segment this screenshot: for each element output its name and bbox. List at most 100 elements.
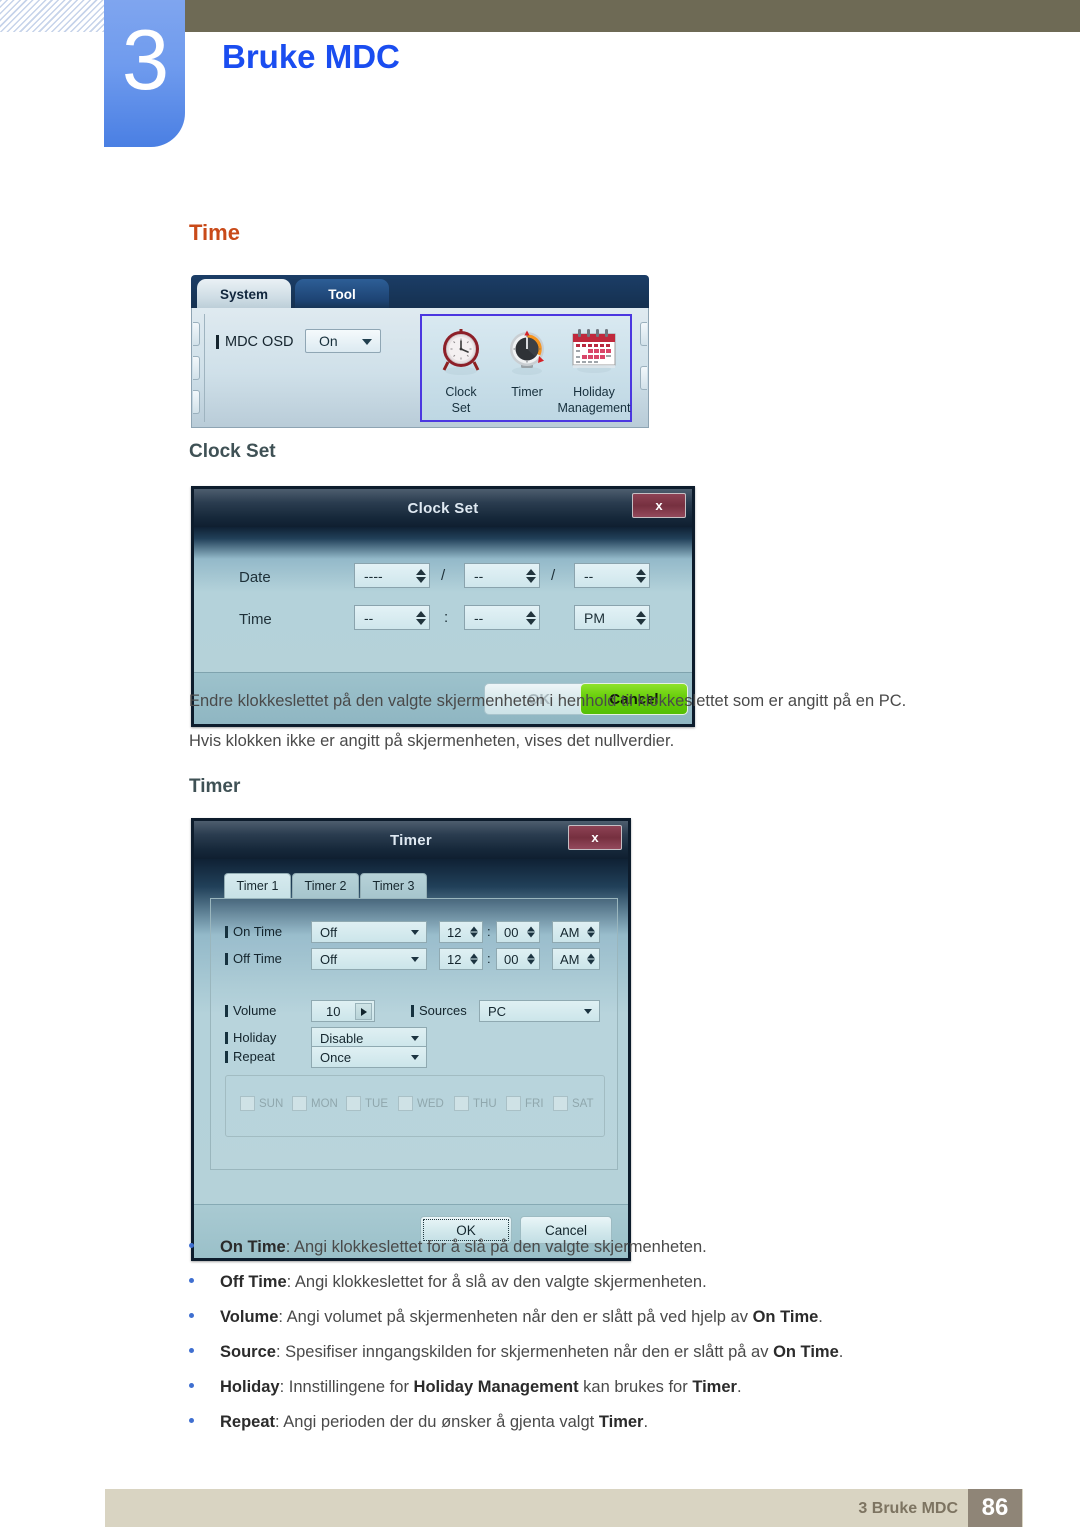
- day-item-tue[interactable]: TUE: [346, 1096, 388, 1111]
- arrow-up-icon[interactable]: [526, 568, 536, 575]
- spinner-arrows[interactable]: [587, 953, 595, 965]
- arrow-down-icon[interactable]: [527, 959, 535, 965]
- on-time-minute-spinner[interactable]: 00: [496, 921, 540, 943]
- clock-set-button[interactable]: Clock Set: [428, 322, 494, 415]
- timer-icon: [510, 330, 544, 375]
- arrow-down-icon[interactable]: [416, 576, 426, 583]
- holiday-label: Holiday: [233, 1030, 277, 1045]
- date-day-spinner[interactable]: --: [574, 563, 650, 588]
- off-time-minute-spinner[interactable]: 00: [496, 948, 540, 970]
- on-time-mode-dropdown[interactable]: Off: [311, 921, 427, 943]
- checkbox-fri[interactable]: [506, 1096, 521, 1111]
- off-time-meridiem-spinner[interactable]: AM: [552, 948, 600, 970]
- spinner-arrows[interactable]: [470, 926, 478, 938]
- spinner-arrows[interactable]: [527, 953, 535, 965]
- arrow-up-icon[interactable]: [527, 953, 535, 959]
- spinner-arrows[interactable]: [526, 568, 536, 583]
- off-time-mode-dropdown[interactable]: Off: [311, 948, 427, 970]
- checkbox-sat[interactable]: [553, 1096, 568, 1111]
- time-panel-tabstrip: System Tool: [191, 275, 649, 310]
- spinner-arrows[interactable]: [526, 610, 536, 625]
- spinner-arrows[interactable]: [636, 568, 646, 583]
- arrow-up-icon[interactable]: [470, 953, 478, 959]
- date-label: Date: [239, 569, 271, 586]
- subheading-clock-set: Clock Set: [189, 441, 276, 462]
- close-icon[interactable]: x: [632, 493, 686, 518]
- checkbox-thu[interactable]: [454, 1096, 469, 1111]
- arrow-down-icon[interactable]: [527, 932, 535, 938]
- day-item-mon[interactable]: MON: [292, 1096, 338, 1111]
- arrow-down-icon[interactable]: [587, 932, 595, 938]
- bullet-term: Source: [220, 1343, 276, 1361]
- spinner-arrows[interactable]: [416, 568, 426, 583]
- day-item-thu[interactable]: THU: [454, 1096, 497, 1111]
- section-heading-time: Time: [189, 220, 240, 245]
- volume-increase-button[interactable]: [355, 1003, 372, 1020]
- on-time-hour-spinner[interactable]: 12: [439, 921, 483, 943]
- tab-timer-3[interactable]: Timer 3: [360, 873, 427, 899]
- spinner-arrows[interactable]: [527, 926, 535, 938]
- volume-stepper[interactable]: 10: [311, 1000, 375, 1022]
- bullet-term: On Time: [220, 1238, 286, 1256]
- spinner-arrows[interactable]: [416, 610, 426, 625]
- arrow-down-icon[interactable]: [470, 932, 478, 938]
- page-title: Bruke MDC: [222, 38, 400, 75]
- time-hour-spinner[interactable]: --: [354, 605, 430, 630]
- on-time-hour-value: 12: [447, 924, 462, 940]
- arrow-up-icon[interactable]: [636, 610, 646, 617]
- time-meridiem-spinner[interactable]: PM: [574, 605, 650, 630]
- arrow-down-icon[interactable]: [587, 959, 595, 965]
- timer-tabrow: Timer 1 Timer 2 Timer 3: [210, 873, 612, 899]
- on-time-meridiem-spinner[interactable]: AM: [552, 921, 600, 943]
- arrow-up-icon[interactable]: [470, 926, 478, 932]
- day-item-sat[interactable]: SAT: [553, 1096, 594, 1111]
- arrow-down-icon[interactable]: [416, 618, 426, 625]
- checkbox-mon[interactable]: [292, 1096, 307, 1111]
- tab-timer-2[interactable]: Timer 2: [292, 873, 359, 899]
- day-item-fri[interactable]: FRI: [506, 1096, 544, 1111]
- arrow-down-icon[interactable]: [470, 959, 478, 965]
- checkbox-sun[interactable]: [240, 1096, 255, 1111]
- arrow-up-icon[interactable]: [526, 610, 536, 617]
- bullet-term: Off Time: [220, 1273, 287, 1291]
- arrow-down-icon[interactable]: [636, 618, 646, 625]
- arrow-up-icon[interactable]: [587, 953, 595, 959]
- repeat-label-row: Repeat: [225, 1049, 275, 1064]
- mdc-osd-dropdown[interactable]: On: [305, 329, 381, 353]
- spinner-arrows[interactable]: [587, 926, 595, 938]
- arrow-down-icon[interactable]: [526, 576, 536, 583]
- list-item: Off Time: Angi klokkeslettet for å slå a…: [189, 1273, 707, 1292]
- arrow-up-icon[interactable]: [416, 568, 426, 575]
- day-item-sun[interactable]: SUN: [240, 1096, 283, 1111]
- spinner-arrows[interactable]: [636, 610, 646, 625]
- arrow-down-icon[interactable]: [636, 576, 646, 583]
- off-time-hour-spinner[interactable]: 12: [439, 948, 483, 970]
- arrow-up-icon[interactable]: [636, 568, 646, 575]
- spinner-arrows[interactable]: [470, 953, 478, 965]
- bullet-rest: : Spesifiser inngangskilden for skjermen…: [275, 1343, 774, 1361]
- bullet-term: Volume: [220, 1308, 279, 1326]
- day-item-wed[interactable]: WED: [398, 1096, 444, 1111]
- checkbox-tue[interactable]: [346, 1096, 361, 1111]
- tab-timer-1[interactable]: Timer 1: [224, 873, 291, 899]
- repeat-dropdown[interactable]: Once: [311, 1046, 427, 1068]
- arrow-up-icon[interactable]: [416, 610, 426, 617]
- checkbox-wed[interactable]: [398, 1096, 413, 1111]
- holiday-management-button[interactable]: Holiday Management: [556, 322, 632, 415]
- arrow-down-icon[interactable]: [526, 618, 536, 625]
- chapter-tab: 3: [104, 0, 185, 147]
- holiday-caption-line1: Holiday: [573, 385, 615, 399]
- holiday-management-icon: [572, 329, 616, 373]
- sources-dropdown[interactable]: PC: [479, 1000, 600, 1022]
- time-minute-spinner[interactable]: --: [464, 605, 540, 630]
- tab-tool[interactable]: Tool: [295, 279, 389, 310]
- date-month-spinner[interactable]: --: [464, 563, 540, 588]
- tab-system[interactable]: System: [197, 279, 291, 310]
- timer-button[interactable]: Timer: [494, 322, 560, 402]
- close-icon[interactable]: x: [568, 825, 622, 850]
- arrow-up-icon[interactable]: [527, 926, 535, 932]
- time-panel-body: MDC OSD On Clock Set Timer Holiday Manag…: [191, 308, 649, 428]
- date-year-spinner[interactable]: ----: [354, 563, 430, 588]
- bullet-text-on-time: On Time: Angi klokkeslettet for å slå på…: [220, 1238, 707, 1257]
- arrow-up-icon[interactable]: [587, 926, 595, 932]
